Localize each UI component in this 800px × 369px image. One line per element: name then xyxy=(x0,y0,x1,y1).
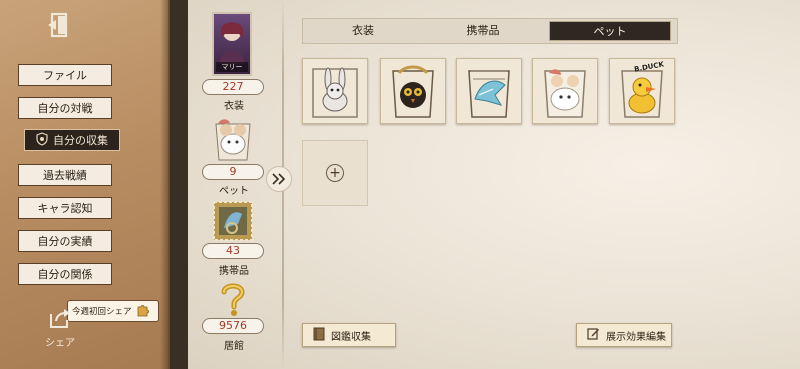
edit-display-effects-button[interactable]: 展示効果編集 xyxy=(576,323,672,347)
sidebar-item-label: 自分の対戦 xyxy=(37,102,93,115)
owl-pet-icon xyxy=(392,65,434,118)
sidebar-item-past-records[interactable]: 過去戦績 xyxy=(18,164,112,186)
plus-icon: + xyxy=(326,164,344,182)
sidebar-item-label: 自分の実績 xyxy=(37,235,93,248)
pet-item-duck[interactable]: B.DUCK xyxy=(609,58,675,124)
share-label[interactable]: シェア xyxy=(45,334,75,349)
accessory-stamp-icon[interactable] xyxy=(210,198,256,244)
exit-icon[interactable] xyxy=(44,10,76,40)
share-icon[interactable] xyxy=(47,308,73,330)
tab-accessory[interactable]: 携帯品 xyxy=(423,19,543,43)
pet-count: 9 xyxy=(202,164,264,180)
catalog-label: 図鑑収集 xyxy=(331,331,371,343)
residence-count: 9576 xyxy=(202,318,264,334)
sidebar-item-my-matches[interactable]: 自分の対戦 xyxy=(18,97,112,119)
collection-stats: マリー 227 衣装 9 ペット 43 携帯品 9576 居館 xyxy=(198,10,270,360)
sidebar-item-label: 自分の収集 xyxy=(53,134,108,147)
sidebar-item-my-collection[interactable]: 自分の収集 xyxy=(24,129,120,151)
book-icon xyxy=(313,327,325,344)
pet-label: ペット xyxy=(219,186,249,197)
edit-icon xyxy=(587,327,600,343)
display-label: 展示効果編集 xyxy=(606,331,666,343)
sidebar-item-file[interactable]: ファイル xyxy=(18,64,112,86)
pet-item-rabbit[interactable] xyxy=(302,58,368,124)
sidebar-item-character-recognition[interactable]: キャラ認知 xyxy=(18,197,112,219)
catalog-collection-button[interactable]: 図鑑収集 xyxy=(302,323,396,347)
rabbit-pet-icon xyxy=(312,67,358,118)
share-badge-label: 今週初回シェア xyxy=(72,307,132,317)
sidebar-item-relations[interactable]: 自分の関係 xyxy=(18,263,112,285)
sidebar-item-label: 自分の関係 xyxy=(37,268,93,281)
shield-icon xyxy=(35,131,49,149)
costume-card-image[interactable]: マリー xyxy=(212,12,252,76)
goat-pet-icon xyxy=(544,69,586,118)
residence-question-icon[interactable] xyxy=(214,280,252,318)
add-pet-slot[interactable]: + xyxy=(302,140,368,206)
pet-item-owl[interactable] xyxy=(380,58,446,124)
pet-goat-icon[interactable] xyxy=(210,114,256,161)
pet-item-goat[interactable] xyxy=(532,58,598,124)
accessory-count: 43 xyxy=(202,243,264,259)
puzzle-piece-icon xyxy=(135,302,151,321)
sidebar-item-label: キャラ認知 xyxy=(37,202,93,215)
sidebar-item-achievements[interactable]: 自分の実績 xyxy=(18,230,112,252)
sidebar-item-label: 過去戦績 xyxy=(43,169,87,182)
costume-card-label: マリー xyxy=(216,62,248,72)
bird-pet-icon xyxy=(468,70,510,118)
tab-pet[interactable]: ペット xyxy=(549,21,671,41)
pet-item-bird[interactable] xyxy=(456,58,522,124)
weekly-share-badge[interactable]: 今週初回シェア xyxy=(67,300,159,322)
tab-costume[interactable]: 衣装 xyxy=(303,19,423,43)
costume-label: 衣装 xyxy=(224,101,244,112)
costume-count: 227 xyxy=(202,79,264,95)
residence-label: 居館 xyxy=(224,341,244,352)
collection-tabs: 衣装 携帯品 ペット xyxy=(302,18,678,44)
sidebar-item-label: ファイル xyxy=(43,69,87,82)
accessory-label: 携帯品 xyxy=(219,266,249,277)
sidebar: ファイル 自分の対戦 自分の収集 過去戦績 キャラ認知 自分の実績 自分の関係 … xyxy=(0,0,170,369)
expand-arrow-icon[interactable] xyxy=(266,166,292,192)
